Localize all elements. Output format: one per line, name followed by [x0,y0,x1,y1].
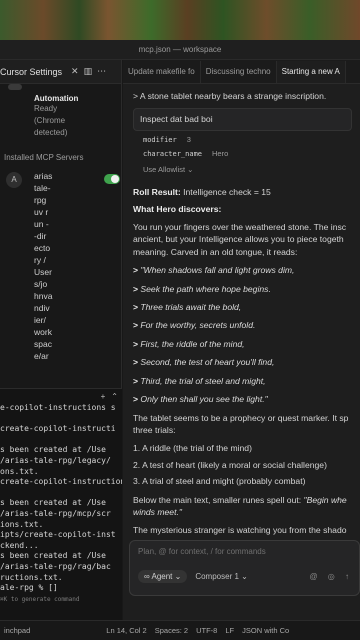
terminal-line: create-copilot-instructi [0,424,116,434]
trial-item: 1. A riddle (the trial of the mind) [133,443,252,454]
window-title: mcp.json — workspace [0,40,360,60]
status-eol[interactable]: LF [225,626,234,635]
automation-section: Automation Ready (Chrome detected) [0,84,121,139]
terminal-line: ckend... [0,540,39,550]
narrative-line: ancient, but your Intelligence allows yo… [133,234,344,245]
collapse-icon[interactable]: ⌃ [111,392,118,401]
desktop-background [0,0,360,40]
inscription-line: > Third, the trial of steel and might, [133,375,266,386]
composer-box: Plan, @ for context, / for commands ∞ Ag… [129,540,360,596]
inscription-line: > Only then shall you see the light." [133,394,268,405]
automation-indicator [8,84,22,90]
trial-item: 3. A trial of steel and might (probably … [133,476,306,487]
terminal-line: e-copilot-instructions s [0,403,116,412]
tab-cursor-settings[interactable]: Cursor Settings [0,67,66,77]
terminal-line: create-copilot-instructions [0,477,122,487]
server-enabled-toggle[interactable] [104,174,120,184]
closing-line: The mysterious stranger is watching you … [133,525,347,536]
inscription-line: > For the worthy, secrets unfold. [133,320,256,331]
agent-mode-dropdown[interactable]: ∞ Agent ⌄ [138,570,188,583]
terminal-line: ructions.txt. [0,572,63,582]
tab-discussing-techno[interactable]: Discussing techno [201,61,277,83]
user-message: Inspect dat bad boi [133,108,352,131]
composer-controls: ∞ Agent ⌄ Composer 1 ⌄ @ ◎ ↑ [130,562,359,583]
inscription-quote: > "When shadows fall and light grows dim… [133,264,352,405]
automation-status-line: (Chrome [34,116,66,125]
intro-line: > A stone tablet nearby bears a strange … [133,91,327,101]
more-icon[interactable]: ⋯ [97,66,106,77]
terminal-output: e-copilot-instructions s create-copilot-… [0,403,122,594]
tablet-line: The tablet seems to be a prophecy or que… [133,412,349,423]
model-dropdown[interactable]: Composer 1 ⌄ [195,572,248,581]
discovers-heading: What Hero discovers: [133,203,222,214]
narrative-line: You run your fingers over the weathered … [133,222,347,233]
user-message-text: Inspect dat bad boi [140,114,213,125]
new-terminal-icon[interactable]: + [101,392,106,401]
server-command-text: arias tale- rpg uv r un - -dir ecto ry /… [34,171,53,361]
automation-title: Automation [34,94,79,103]
terminal-panel[interactable]: + ⌃ e-copilot-instructions s create-copi… [0,388,122,640]
chat-tab-bar: Update makefile fo Discussing techno Sta… [123,60,360,84]
terminal-line: s been created at /Use [0,445,106,455]
tool-param-row: modifier 3 [143,134,191,144]
terminal-line: ions.txt. [0,519,44,529]
terminal-line: s been created at /Use [0,498,106,508]
runes-line: winds meet." [133,506,182,517]
editor-window: mcp.json — workspace Cursor Settings ✕ ▥… [0,40,360,640]
automation-status-line: Ready [34,104,58,113]
settings-tab-bar: Cursor Settings ✕ ▥ ⋯ [0,60,121,84]
inscription-line: > Three trials await the bold, [133,302,242,313]
roll-result: Roll Result: Intelligence check = 15 [133,187,271,198]
terminal-hint: ⌘K to generate command [0,595,80,603]
server-avatar: A [6,172,22,188]
narrative-line: meaning. Carved in an old tongue, it rea… [133,246,298,257]
composer-action-icons[interactable]: @ ◎ ↑ [309,572,353,581]
use-allowlist-button[interactable]: Use Allowlist ⌄ [143,164,193,176]
terminal-line: /arias-tale-rpg/mcp/scr [0,508,111,518]
inscription-line: > Second, the test of heart you'll find, [133,357,275,368]
status-indent[interactable]: Spaces: 2 [155,626,188,635]
terminal-line: s been created at /Use [0,551,106,561]
inscription-line: > Seek the path where hope begins. [133,283,271,294]
chat-panel: Update makefile fo Discussing techno Sta… [123,60,360,620]
close-icon[interactable]: ✕ [71,66,79,77]
terminal-line: ons.txt. [0,466,39,476]
mcp-server-item[interactable]: A arias tale- rpg uv r un - -dir ecto ry… [0,170,121,361]
split-editor-icon[interactable]: ▥ [84,66,93,77]
status-encoding[interactable]: UTF-8 [196,626,217,635]
trial-item: 2. A test of heart (likely a moral or so… [133,459,327,470]
status-left-label[interactable]: inchpad [4,626,30,635]
runes-line: Below the main text, smaller runes spell… [133,494,347,505]
terminal-line: ipts/create-copilot-inst [0,530,116,540]
inscription-line: > "When shadows fall and light grows dim… [133,265,295,276]
status-language[interactable]: JSON with Co [242,626,289,635]
inscription-line: > First, the riddle of the mind, [133,338,245,349]
terminal-toolbar: + ⌃ [0,389,122,403]
tool-call-card: modifier 3 character_name Hero Use Allowli… [133,133,352,178]
tab-update-makefile[interactable]: Update makefile fo [123,61,201,83]
terminal-line: ale-rpg % [] [0,583,58,593]
tool-param-row: character_name Hero [143,148,229,158]
status-cursor-position[interactable]: Ln 14, Col 2 [106,626,146,635]
tablet-line: three trials: [133,424,176,435]
status-bar: inchpad Ln 14, Col 2 Spaces: 2 UTF-8 LF … [0,620,360,640]
tab-starting-new[interactable]: Starting a new A [276,61,346,83]
installed-servers-label: Installed MCP Servers [4,153,84,162]
automation-status-line: detected) [34,128,68,137]
terminal-line: /arias-tale-rpg/legacy/ [0,455,111,465]
terminal-line: /arias-tale-rpg/rag/bac [0,561,111,571]
composer-input[interactable]: Plan, @ for context, / for commands [130,541,359,562]
chat-thread: > A stone tablet nearby bears a strange … [123,90,360,549]
